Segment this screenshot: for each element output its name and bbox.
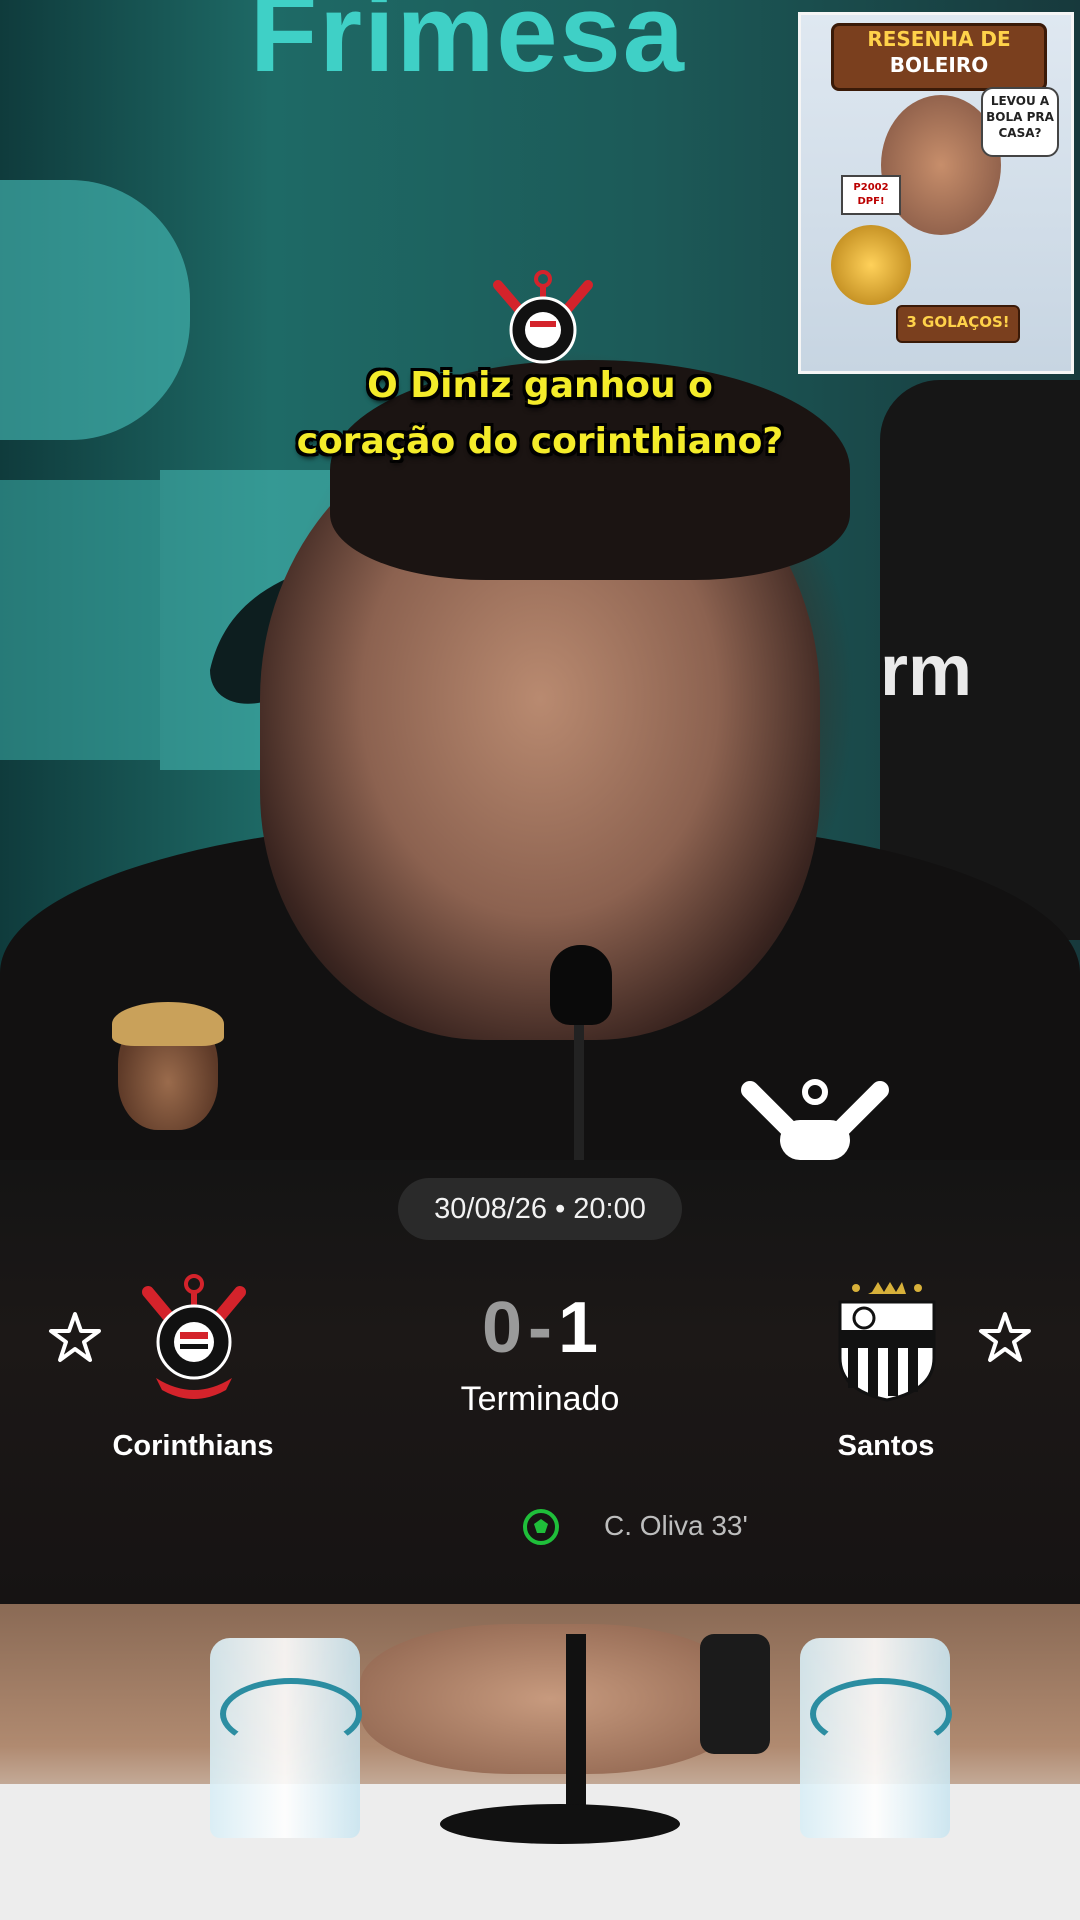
speaker-hands (360, 1624, 740, 1774)
backdrop-panel (0, 480, 160, 760)
corinthians-crest-icon[interactable] (136, 1270, 252, 1400)
match-score: 0-1 (440, 1288, 640, 1368)
microphone-icon (550, 945, 612, 1025)
water-bottle (800, 1638, 952, 1838)
away-score: 1 (557, 1288, 599, 1368)
video-caption: O Diniz ganhou o coração do corinthiano? (0, 358, 1080, 470)
home-score: 0 (481, 1288, 522, 1368)
club-crest-icon (741, 1079, 889, 1160)
match-status: Terminado (460, 1380, 620, 1418)
santos-crest-icon[interactable] (834, 1278, 940, 1402)
thumbnail-title-line: RESENHA DE (867, 27, 1011, 51)
caption-line: coração do corinthiano? (296, 421, 784, 462)
chair-text: rm (880, 631, 973, 711)
match-datetime: 30/08/26 • 20:00 (398, 1178, 682, 1240)
sign-line: DPF! (857, 196, 885, 207)
bubble-line: LEVOU A (990, 94, 1050, 108)
bubble-line: CASA? (998, 126, 1042, 140)
thumbnail-title-line: BOLEIRO (889, 53, 989, 77)
caption-line: O Diniz ganhou o (367, 365, 713, 406)
sign-line: P2002 (853, 182, 889, 193)
favorite-star-icon[interactable] (47, 1310, 103, 1366)
favorite-star-icon[interactable] (977, 1310, 1033, 1366)
match-score-card[interactable]: 30/08/26 • 20:00 Corinthians 0-1 Termina… (0, 1160, 1080, 1604)
away-team-name[interactable]: Santos (756, 1430, 1016, 1463)
goal-scorer: C. Oliva 33' (604, 1510, 748, 1541)
soccer-ball-icon (523, 1509, 559, 1545)
thumbnail-speech-bubble: LEVOU A BOLA PRA CASA? (981, 87, 1059, 157)
thumbnail-sign: P2002 DPF! (841, 175, 901, 215)
bottle-label (220, 1678, 362, 1750)
wristwatch (700, 1634, 770, 1754)
thumbnail-title: RESENHA DE BOLEIRO (831, 23, 1047, 91)
water-bottle (210, 1638, 362, 1838)
player-sticker-hair (112, 1002, 224, 1046)
video-frame-bottom (0, 1604, 1080, 1920)
score-separator: - (528, 1288, 552, 1368)
microphone-stand (566, 1634, 586, 1824)
home-team-name[interactable]: Corinthians (63, 1430, 323, 1463)
microphone-base (440, 1804, 680, 1844)
channel-thumbnail[interactable]: RESENHA DE BOLEIRO LEVOU A BOLA PRA CASA… (798, 12, 1074, 374)
bubble-line: BOLA PRA (986, 110, 1054, 124)
sponsor-logo-text: Frimesa (250, 0, 686, 95)
golden-ball-icon (831, 225, 911, 305)
thumbnail-badge: 3 GOLAÇOS! (896, 305, 1020, 343)
bottle-label (810, 1678, 952, 1750)
